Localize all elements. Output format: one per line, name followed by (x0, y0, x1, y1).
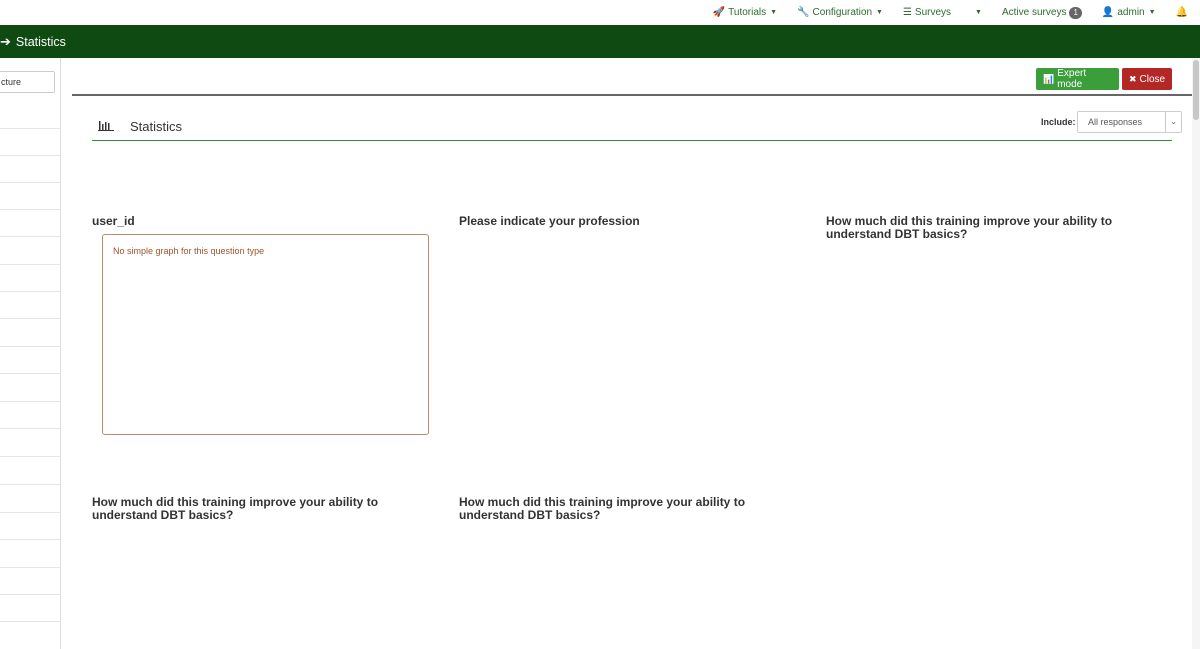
sidebar-row[interactable] (0, 236, 61, 237)
user-label: admin (1117, 7, 1145, 18)
breadcrumb: ➔ Statistics (0, 25, 1200, 58)
wrench-icon: 🔧 (797, 7, 810, 18)
sidebar-row[interactable] (0, 264, 61, 265)
include-selected-value: All responses (1088, 117, 1143, 127)
caret-down-icon: ▼ (770, 9, 778, 16)
caret-down-icon: ▼ (876, 9, 883, 16)
sidebar-row[interactable] (0, 346, 61, 347)
scrollbar[interactable] (1192, 58, 1200, 649)
page-title: Statistics (130, 119, 183, 134)
bar-chart-icon: 📊 (1043, 73, 1055, 84)
tutorials-label: Tutorials (728, 7, 767, 18)
sidebar-search-input[interactable]: cture (0, 71, 55, 93)
top-navbar: 🚀 Tutorials ▼ 🔧 Configuration ▼ ☰ Survey… (0, 0, 1200, 25)
chevron-down-icon: ⌄ (1165, 112, 1181, 132)
sidebar-row[interactable] (0, 512, 61, 513)
caret-down-icon: ▼ (1148, 9, 1156, 16)
sidebar: cture (0, 58, 61, 649)
active-surveys-badge: 1 (1069, 6, 1082, 19)
surveys-menu[interactable]: ☰ Surveys (903, 7, 951, 18)
bell-icon[interactable]: 🔔 (1176, 7, 1188, 18)
sidebar-row[interactable] (0, 539, 61, 540)
no-graph-message: No simple graph for this question type (113, 246, 265, 256)
sidebar-row[interactable] (0, 567, 61, 568)
sidebar-row[interactable] (0, 182, 61, 183)
surveys-dropdown-toggle[interactable]: ▼ (971, 9, 982, 16)
configuration-label: Configuration (812, 7, 873, 18)
active-surveys-link[interactable]: Active surveys 1 (1001, 6, 1082, 19)
section-header: Statistics Include: All responses ⌄ (92, 111, 1182, 141)
active-surveys-label: Active surveys (1001, 7, 1067, 18)
expert-mode-label: Expert mode (1057, 68, 1087, 90)
caret-down-icon: ▼ (975, 9, 982, 16)
include-select[interactable]: All responses ⌄ (1077, 111, 1182, 133)
breadcrumb-current: Statistics (15, 34, 66, 49)
sidebar-row[interactable] (0, 594, 61, 595)
main-content: 📊 Expert mode ✖ Close Statistics Include… (68, 58, 1192, 649)
arrow-right-icon: ➔ (0, 33, 11, 49)
question-title: How much did this training improve your … (459, 495, 746, 522)
sidebar-row[interactable] (0, 456, 61, 457)
tutorials-menu[interactable]: 🚀 Tutorials ▼ (713, 7, 777, 18)
include-label: Include: (1041, 117, 1076, 127)
sidebar-row[interactable] (0, 621, 61, 622)
expert-mode-button[interactable]: 📊 Expert mode (1036, 68, 1119, 90)
rocket-icon: 🚀 (712, 7, 726, 18)
surveys-label: Surveys (914, 7, 952, 18)
user-menu[interactable]: 👤 admin ▼ (1102, 7, 1156, 18)
user-icon: 👤 (1101, 7, 1115, 18)
close-label: Close (1139, 73, 1166, 85)
sidebar-row[interactable] (0, 428, 61, 429)
sidebar-row[interactable] (0, 291, 61, 292)
list-icon: ☰ (902, 7, 912, 18)
sidebar-row[interactable] (0, 484, 61, 485)
sidebar-row[interactable] (0, 318, 61, 319)
question-title: user_id (92, 214, 135, 228)
scrollbar-thumb[interactable] (1193, 60, 1199, 120)
graph-placeholder: No simple graph for this question type (102, 234, 429, 435)
close-icon: ✖ (1129, 73, 1137, 84)
sidebar-row[interactable] (0, 401, 61, 402)
sidebar-row[interactable] (0, 373, 61, 374)
toolbar: 📊 Expert mode ✖ Close (72, 58, 1192, 96)
sidebar-row[interactable] (0, 155, 61, 156)
close-button[interactable]: ✖ Close (1122, 68, 1172, 90)
configuration-menu[interactable]: 🔧 Configuration ▼ (797, 7, 883, 18)
sidebar-row[interactable] (0, 128, 61, 129)
question-title: How much did this training improve your … (826, 214, 1113, 241)
bar-chart-icon (98, 121, 114, 131)
question-title: How much did this training improve your … (92, 495, 379, 522)
sidebar-row[interactable] (0, 209, 61, 210)
question-title: Please indicate your profession (459, 214, 640, 228)
